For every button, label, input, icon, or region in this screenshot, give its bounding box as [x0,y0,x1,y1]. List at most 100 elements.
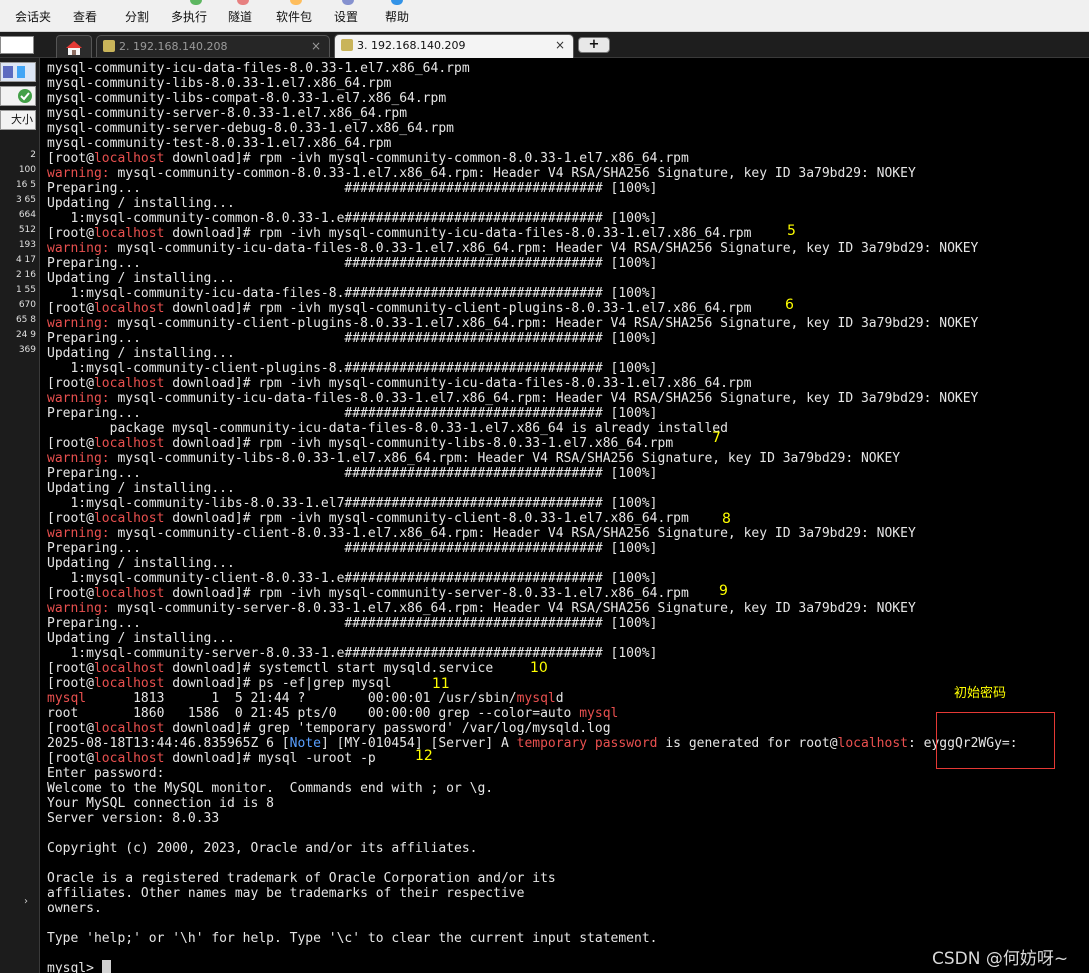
terminal-line: Preparing... ###########################… [47,331,1018,346]
terminal-text: Preparing... ###########################… [47,466,658,481]
terminal-tab-icon [103,40,115,52]
terminal-line: 1:mysql-community-client-plugins-8.#####… [47,361,1018,376]
menu-item-view[interactable]: 查看 [73,8,97,25]
password-annotation-label: 初始密码 [954,686,1007,701]
terminal-text: [root@ [47,676,94,691]
terminal-output: mysql-community-icu-data-files-8.0.33-1.… [47,61,1018,973]
menu-item-split[interactable]: 分割 [125,8,149,25]
terminal-line: [root@localhost download]# rpm -ivh mysq… [47,436,1018,451]
terminal-text: download]# rpm -ivh mysql-community-icu-… [164,226,752,241]
new-tab-button[interactable]: + [578,37,610,53]
highlighted-text: mysql [516,691,556,706]
file-size-cell[interactable]: 16 5 [0,178,38,193]
packages-icon [290,0,302,5]
terminal-text: download]# ps -ef|grep mysql [164,676,392,691]
file-size-cell[interactable]: 670 [0,298,38,313]
terminal-line: Your MySQL connection id is 8 [47,796,1018,811]
menu-item-help[interactable]: 帮助 [385,8,409,25]
terminal-text: download]# mysql -uroot -p [164,751,376,766]
terminal-text: download]# rpm -ivh mysql-community-libs… [164,436,674,451]
file-size-list: 2 100 16 53 65 664 512 193 4 17 2 16 1 55 670 65 8… [0,148,38,358]
close-icon[interactable]: × [555,38,565,52]
terminal-text: [root@ [47,436,94,451]
terminal-line: [root@localhost download]# rpm -ivh mysq… [47,226,1018,241]
panel-toolbar-button[interactable] [0,62,36,82]
terminal-line: mysql-community-test-8.0.33-1.el7.x86_64… [47,136,1018,151]
home-tab[interactable] [56,35,92,58]
chevron-right-icon[interactable]: › [24,896,28,907]
highlighted-text: warning: [47,391,110,406]
column-header-size[interactable]: 大小 [0,110,36,130]
terminal-line: mysql-community-libs-compat-8.0.33-1.el7… [47,91,1018,106]
tab-session-209[interactable]: 3. 192.168.140.209 × [334,34,574,58]
terminal-line: warning: mysql-community-libs-8.0.33-1.e… [47,451,1018,466]
terminal-line: 2025-08-18T13:44:46.835965Z 6 [Note] [MY… [47,736,1018,751]
menu-item-multiexec[interactable]: 多执行 [171,8,207,25]
menu-bar: 会话夹 查看 分割 多执行 隧道 软件包 设置 帮助 [0,0,1089,32]
file-size-cell[interactable]: 369 [0,343,38,358]
highlighted-text: localhost [93,301,165,316]
terminal-line: warning: mysql-community-client-plugins-… [47,316,1018,331]
menu-item-tunnel[interactable]: 隧道 [228,8,252,25]
terminal-line: 1:mysql-community-libs-8.0.33-1.el7#####… [47,496,1018,511]
terminal-line: [root@localhost download]# rpm -ivh mysq… [47,586,1018,601]
terminal-text: 1:mysql-community-common-8.0.33-1.e#####… [47,211,658,226]
file-size-cell[interactable]: 24 9 [0,328,38,343]
file-size-cell[interactable]: 1 55 [0,283,38,298]
tab-session-208[interactable]: 2. 192.168.140.208 × [96,35,330,57]
terminal-line: Enter password: [47,766,1018,781]
file-size-cell[interactable]: 3 65 [0,193,38,208]
file-size-cell[interactable]: 193 [0,238,38,253]
terminal-cursor [102,960,111,973]
file-size-cell[interactable]: 512 [0,223,38,238]
file-size-cell[interactable]: 100 [0,163,38,178]
terminal-line: mysql 1813 1 5 21:44 ? 00:00:01 /usr/sbi… [47,691,1018,706]
terminal-line: [root@localhost download]# rpm -ivh mysq… [47,301,1018,316]
file-size-cell[interactable]: 4 17 [0,253,38,268]
terminal-text: mysql> [47,961,102,973]
terminal-text: Updating / installing... [47,271,235,286]
terminal-text: mysql-community-client-8.0.33-1.el7.x86_… [109,526,916,541]
file-size-cell[interactable]: 664 [0,208,38,223]
terminal-text: mysql-community-server-8.0.33-1.el7.x86_… [109,601,916,616]
multiexec-icon [190,0,202,5]
terminal-text: Welcome to the MySQL monitor. Commands e… [47,781,494,796]
highlighted-text: localhost [93,436,165,451]
terminal-text: Oracle is a registered trademark of Orac… [47,871,556,886]
file-size-cell[interactable]: 65 8 [0,313,38,328]
terminal-text: 2025-08-18T13:44:46.835965Z 6 [ [47,736,290,751]
terminal-text: mysql-community-server-debug-8.0.33-1.el… [47,121,454,136]
terminal-line: Preparing... ###########################… [47,181,1018,196]
terminal-tab-icon [341,39,353,51]
terminal-line: Type 'help;' or '\h' for help. Type '\c'… [47,931,1018,946]
file-size-cell[interactable]: 2 16 [0,268,38,283]
highlighted-text: warning: [47,166,110,181]
terminal-text: download]# rpm -ivh mysql-community-clie… [164,511,689,526]
menu-item-sessions[interactable]: 会话夹 [15,8,51,25]
terminal-line: Welcome to the MySQL monitor. Commands e… [47,781,1018,796]
step-number: 9 [719,583,728,599]
terminal-text: 1:mysql-community-libs-8.0.33-1.el7#####… [47,496,658,511]
terminal-line: Server version: 8.0.33 [47,811,1018,826]
highlighted-text: Note [289,736,321,751]
terminal-line: Copyright (c) 2000, 2023, Oracle and/or … [47,841,1018,856]
menu-item-packages[interactable]: 软件包 [276,8,312,25]
terminal-line: warning: mysql-community-icu-data-files-… [47,391,1018,406]
terminal-text: Copyright (c) 2000, 2023, Oracle and/or … [47,841,478,856]
terminal-text: root 1860 1586 0 21:45 pts/0 00:00:00 gr… [47,706,580,721]
close-icon[interactable]: × [311,39,321,53]
file-size-cell[interactable]: 2 [0,148,38,163]
terminal-line: Preparing... ###########################… [47,256,1018,271]
terminal-text: [root@ [47,301,94,316]
terminal-text: mysql-community-client-plugins-8.0.33-1.… [109,316,979,331]
terminal-text: download]# rpm -ivh mysql-community-serv… [164,586,689,601]
terminal-text: mysql-community-server-8.0.33-1.el7.x86_… [47,106,408,121]
panel-path-field[interactable] [0,86,36,106]
highlighted-text: temporary password [516,736,658,751]
menu-item-settings[interactable]: 设置 [334,8,358,25]
terminal-line: affiliates. Other names may be trademark… [47,886,1018,901]
quick-connect-input[interactable] [0,36,34,54]
terminal-line: 1:mysql-community-client-8.0.33-1.e#####… [47,571,1018,586]
terminal-view[interactable]: mysql-community-icu-data-files-8.0.33-1.… [42,58,1089,973]
